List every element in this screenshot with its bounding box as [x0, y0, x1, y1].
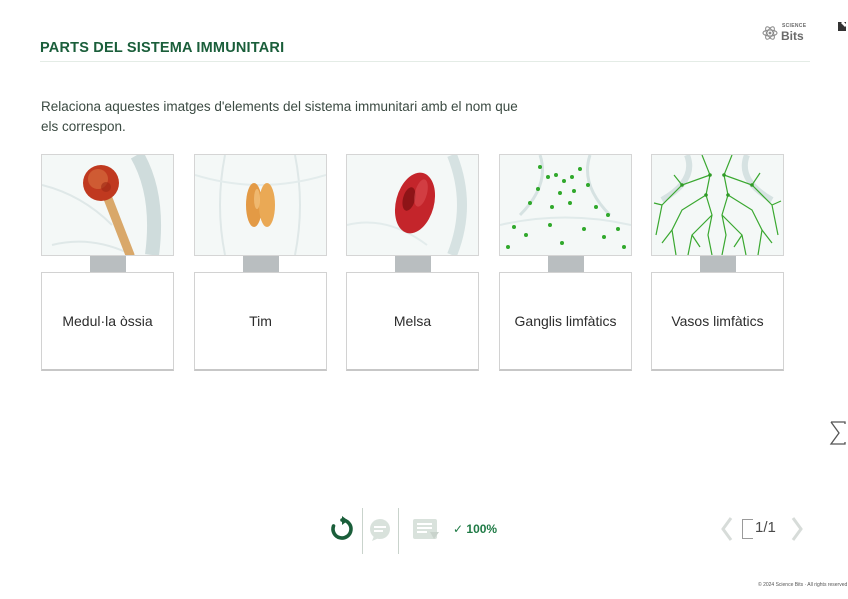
science-bits-logo: SCIENCE Bits [762, 22, 812, 44]
card-thymus: Tim [194, 154, 327, 371]
score-value: 100% [466, 522, 498, 536]
bone-marrow-image[interactable] [41, 154, 174, 256]
card-connector [548, 256, 584, 272]
exercise-instructions: Relaciona aquestes imatges d'elements de… [41, 99, 518, 134]
notes-icon[interactable] [412, 518, 440, 542]
sum-icon[interactable] [828, 420, 848, 446]
card-label-lymph-nodes[interactable]: Ganglis limfàtics [499, 272, 632, 371]
exercise-toolbar: ✓ 100% [330, 508, 530, 556]
page-indicator: 1/1 [742, 517, 790, 539]
spleen-image[interactable] [346, 154, 479, 256]
lymph-vessels-image[interactable] [651, 154, 784, 256]
score-display: ✓ 100% [453, 522, 497, 536]
toolbar-separator [362, 508, 363, 554]
speech-bubble-icon[interactable] [368, 518, 392, 542]
page-input[interactable] [742, 519, 753, 539]
card-bone-marrow: Medul·la òssia [41, 154, 174, 371]
card-connector [700, 256, 736, 272]
card-label-thymus[interactable]: Tim [194, 272, 327, 371]
card-label-bone-marrow[interactable]: Medul·la òssia [41, 272, 174, 371]
chevron-left-icon[interactable] [720, 516, 734, 542]
card-label-spleen[interactable]: Melsa [346, 272, 479, 371]
card-lymph-vessels: Vasos limfàtics [651, 154, 784, 371]
copyright-text: © 2024 Science Bits · All rights reserve… [758, 582, 848, 588]
edit-icon[interactable] [837, 20, 848, 32]
page-title: PARTS DEL SISTEMA IMMUNITARI [40, 40, 285, 56]
toolbar-separator [398, 508, 399, 554]
circular-arrow-icon[interactable] [330, 516, 354, 542]
card-connector [243, 256, 279, 272]
title-divider [40, 61, 810, 62]
card-connector [395, 256, 431, 272]
lymph-nodes-image[interactable] [499, 154, 632, 256]
card-connector [90, 256, 126, 272]
chevron-right-icon[interactable] [790, 516, 804, 542]
thymus-image[interactable] [194, 154, 327, 256]
card-lymph-nodes: Ganglis limfàtics [499, 154, 632, 371]
check-icon: ✓ [453, 522, 464, 536]
pager: 1/1 [720, 514, 810, 544]
card-spleen: Melsa [346, 154, 479, 371]
total-pages: /1 [763, 519, 776, 536]
logo-big-text: Bits [781, 29, 804, 43]
atom-icon [762, 26, 778, 40]
card-label-lymph-vessels[interactable]: Vasos limfàtics [651, 272, 784, 371]
